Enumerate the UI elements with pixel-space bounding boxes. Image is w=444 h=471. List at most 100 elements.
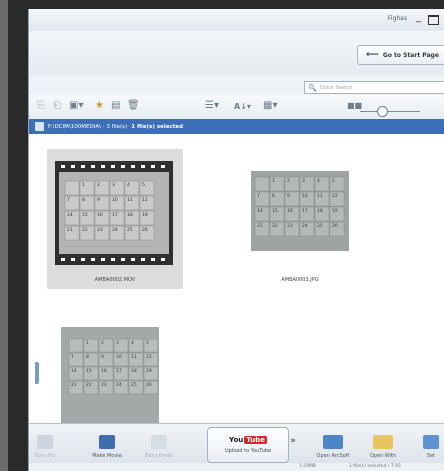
svg-text:16: 16 [97, 212, 103, 218]
svg-text:7: 7 [257, 193, 260, 199]
svg-text:1: 1 [272, 178, 275, 184]
svg-text:10: 10 [112, 197, 118, 203]
maximize-button[interactable] [428, 15, 439, 25]
filter-icon[interactable]: ▦▾ [263, 100, 277, 111]
svg-text:10: 10 [302, 193, 308, 199]
easy-fix-button[interactable]: Easy Fix [31, 426, 59, 462]
search-icon: 🔍 [308, 83, 317, 92]
svg-text:22: 22 [86, 382, 92, 388]
selection-count: 1 file(s) selected [131, 123, 184, 130]
file-tile-mov[interactable]: 1 2 3 4 5 7 8 9 10 11 12 14 15 16 17 18 19 21 22 23 24 25 26 A… [47, 149, 183, 289]
file-tile-jpg[interactable]: 1 2 3 4 5 7 8 9 10 11 12 14 15 16 17 18 19 21 22 23 24 25 26 A… [213, 149, 353, 289]
svg-text:8: 8 [86, 354, 89, 360]
folder-icon [35, 122, 44, 131]
easy-fix-icon [37, 435, 53, 449]
favorite-star-icon[interactable]: ★ [95, 100, 104, 111]
svg-text:4: 4 [131, 340, 134, 346]
svg-text:1: 1 [86, 340, 89, 346]
delete-icon[interactable]: 🗑 [127, 100, 140, 111]
path-bar: F:\DCIM\100MEDIA\ - 3 file(s) 1 file(s) … [29, 119, 444, 134]
svg-text:19: 19 [332, 208, 338, 214]
folder-path: F:\DCIM\100MEDIA\ - 3 file(s) [48, 123, 128, 130]
svg-text:24: 24 [302, 223, 308, 229]
svg-text:3: 3 [112, 182, 115, 188]
svg-text:2: 2 [97, 182, 100, 188]
svg-text:23: 23 [101, 382, 107, 388]
thumbnail-grid: 1 2 3 4 5 7 8 9 10 11 12 14 15 16 17 18 19 21 22 23 24 25 26 A… [29, 134, 444, 423]
svg-text:11: 11 [127, 197, 133, 203]
svg-text:1: 1 [82, 182, 85, 188]
svg-text:16: 16 [287, 208, 293, 214]
svg-text:25: 25 [317, 223, 323, 229]
go-to-start-page-button[interactable]: ⟵ Go to Start Page [357, 45, 444, 65]
svg-text:25: 25 [131, 382, 137, 388]
svg-text:5: 5 [142, 182, 145, 188]
zoom-slider-track[interactable] [360, 111, 420, 112]
svg-text:21: 21 [71, 382, 77, 388]
clipboard-icon[interactable]: ▤ [111, 100, 120, 111]
svg-text:26: 26 [142, 227, 148, 233]
easy-email-button[interactable]: Easy Email [139, 426, 179, 462]
open-arcsoft-button[interactable]: Open ArcSoft [312, 426, 354, 462]
svg-text:21: 21 [67, 227, 73, 233]
folder-open-icon [373, 435, 393, 449]
svg-text:16: 16 [101, 368, 107, 374]
status-bar: 1.59MB 1 file(s) selected / 7.05 [29, 463, 444, 471]
svg-text:15: 15 [82, 212, 88, 218]
svg-text:23: 23 [287, 223, 293, 229]
move-icon[interactable]: ⎗ [53, 100, 61, 111]
arrow-left-icon: ⟵ [366, 50, 379, 60]
svg-text:4: 4 [317, 178, 320, 184]
file-name: AMBA0003.JPG [281, 277, 319, 283]
image-thumbnail: 1 2 3 4 57 8 9 10 11 1214 15 16 17 18 1921 22 23 24 25 26 [61, 327, 159, 423]
search-row: 🔍 Quick Search [29, 75, 444, 95]
svg-text:3: 3 [302, 178, 305, 184]
list-view-icon[interactable]: ☰▾ [205, 100, 219, 111]
svg-text:12: 12 [332, 193, 338, 199]
svg-text:14: 14 [67, 212, 73, 218]
svg-text:18: 18 [127, 212, 133, 218]
upload-youtube-button[interactable]: You Tube Upload to YouTube [207, 427, 289, 463]
svg-text:5: 5 [332, 178, 335, 184]
svg-text:2: 2 [287, 178, 290, 184]
arcsoft-icon [323, 435, 343, 449]
svg-text:17: 17 [302, 208, 308, 214]
title-bar: Fighas _ [29, 9, 444, 31]
svg-text:22: 22 [82, 227, 88, 233]
more-chevron-icon[interactable]: » [290, 436, 296, 446]
minimize-button[interactable]: _ [416, 12, 421, 23]
svg-text:22: 22 [272, 223, 278, 229]
film-icon [99, 435, 115, 449]
copy-icon[interactable]: ⎘ [37, 100, 45, 111]
svg-text:15: 15 [86, 368, 92, 374]
svg-text:9: 9 [101, 354, 104, 360]
make-movie-button[interactable]: Make Movie [87, 426, 127, 462]
zoom-slider-handle[interactable] [377, 106, 388, 117]
svg-text:23: 23 [97, 227, 103, 233]
search-placeholder: Quick Search [319, 84, 353, 91]
open-with-button[interactable]: Open With [364, 426, 402, 462]
youtube-icon: You Tube [229, 436, 267, 444]
svg-text:18: 18 [317, 208, 323, 214]
svg-text:2: 2 [101, 340, 104, 346]
settings-button[interactable]: Set [417, 426, 444, 462]
svg-text:4: 4 [127, 182, 130, 188]
file-name: AMBA0002.MOV [94, 277, 136, 283]
view-dropdown-icon[interactable]: ▣▾ [69, 100, 83, 111]
sort-icon[interactable]: A↓▾ [234, 102, 251, 111]
svg-text:18: 18 [131, 368, 137, 374]
side-panel-handle[interactable] [35, 362, 39, 384]
svg-text:17: 17 [112, 212, 118, 218]
svg-text:10: 10 [116, 354, 122, 360]
svg-text:25: 25 [127, 227, 133, 233]
action-bar: Easy Fix Make Movie Easy Email You Tube … [29, 423, 444, 464]
svg-text:11: 11 [131, 354, 137, 360]
file-tile-image[interactable]: 1 2 3 4 5 7 8 9 10 11 12 14 15 16 17 18 19 21 22 23 24 25 26 [47, 322, 187, 423]
svg-text:11: 11 [317, 193, 323, 199]
quick-search-input[interactable]: 🔍 Quick Search [304, 81, 444, 94]
svg-text:9: 9 [287, 193, 290, 199]
svg-text:7: 7 [67, 197, 70, 203]
image-thumbnail: 1 2 3 4 57 8 9 10 11 1214 15 16 17 18 1921 22 23 24 25 26 [251, 171, 349, 251]
svg-text:12: 12 [146, 354, 152, 360]
svg-text:24: 24 [112, 227, 118, 233]
